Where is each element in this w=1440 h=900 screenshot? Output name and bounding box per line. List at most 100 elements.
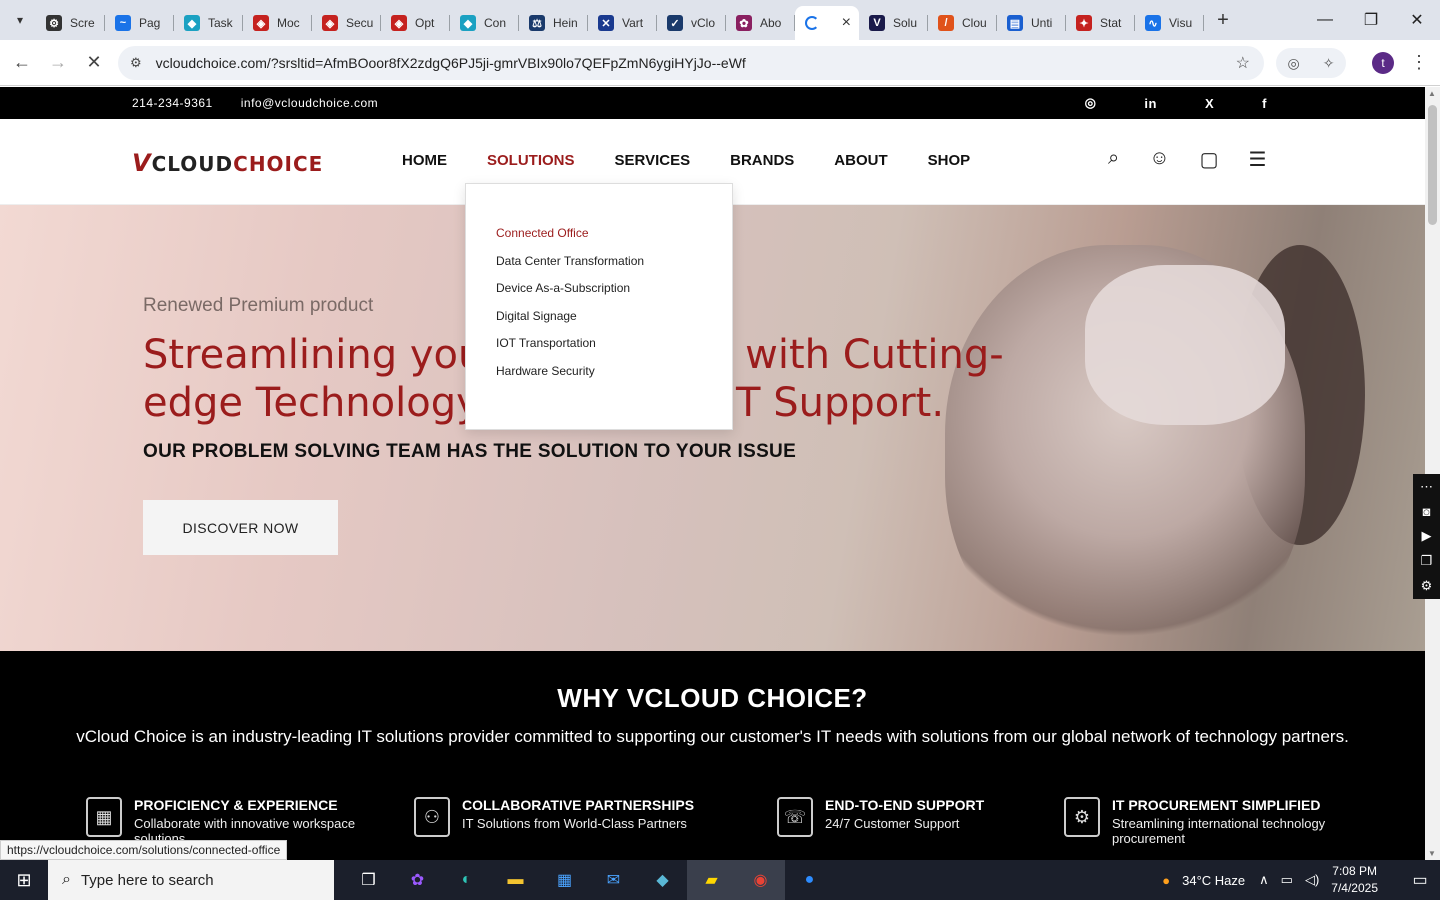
windows-start-icon[interactable]: ⊞ <box>0 860 48 900</box>
tab-a-3[interactable]: ◈ Moc <box>243 6 312 40</box>
tab-a-8[interactable]: ✕ Vart <box>588 6 657 40</box>
tab-a-1[interactable]: ~ Pag <box>105 6 174 40</box>
sticky-notes-icon[interactable]: ▰ <box>687 860 736 900</box>
status-url: https://vcloudchoice.com/solutions/conne… <box>0 840 288 860</box>
zoom-icon[interactable]: ● <box>785 860 834 900</box>
close-tab-icon[interactable]: × <box>842 14 851 32</box>
web-page: 214-234-9361 info@vcloudchoice.com ◎ in … <box>0 87 1425 860</box>
tab-a-7[interactable]: ⚖ Hein <box>519 6 588 40</box>
dropdown-item-iot[interactable]: IOT Transportation <box>496 336 732 364</box>
copy-icon[interactable]: ❐ <box>1421 553 1433 569</box>
nav-solutions[interactable]: SOLUTIONS <box>487 152 575 169</box>
network-icon[interactable]: ▭ <box>1281 872 1293 888</box>
tab-b-4[interactable]: ∿ Visu <box>1135 6 1204 40</box>
dropdown-item-connected-office[interactable]: Connected Office <box>496 226 732 254</box>
dropdown-item-digital-signage[interactable]: Digital Signage <box>496 309 732 337</box>
tab-a-5[interactable]: ◈ Opt <box>381 6 450 40</box>
nav-about[interactable]: ABOUT <box>834 152 887 169</box>
tab-favicon-icon: V <box>869 15 885 31</box>
contact-bar: 214-234-9361 info@vcloudchoice.com ◎ in … <box>0 87 1425 119</box>
nav-services[interactable]: SERVICES <box>615 152 691 169</box>
tab-search-icon[interactable]: ▾ <box>4 6 36 34</box>
minimize-icon[interactable]: — <box>1302 0 1348 40</box>
site-info-icon[interactable]: ⚙ <box>130 55 142 71</box>
tab-a-9[interactable]: ✓ vClo <box>657 6 726 40</box>
tab-a-10[interactable]: ✿ Abo <box>726 6 795 40</box>
app-diamond-icon[interactable]: ◆ <box>638 860 687 900</box>
facebook-icon[interactable]: f <box>1262 96 1267 111</box>
site-logo[interactable]: VCLOUDCHOICE <box>132 149 323 177</box>
search-icon: ⌕ <box>62 871 71 888</box>
why-description: vCloud Choice is an industry-leading IT … <box>76 727 1349 746</box>
forward-icon[interactable]: → <box>40 45 76 81</box>
scroll-down-icon[interactable]: ▼ <box>1428 849 1436 858</box>
tab-a-2[interactable]: ◆ Task <box>174 6 243 40</box>
social-links: ◎ in X f <box>1085 87 1295 119</box>
nav-brands[interactable]: BRANDS <box>730 152 794 169</box>
extensions-icon[interactable]: ✧ <box>1323 55 1335 72</box>
close-window-icon[interactable]: ✕ <box>1394 0 1440 40</box>
back-icon[interactable]: ← <box>4 45 40 81</box>
link-icon[interactable]: ⋯ <box>1420 479 1433 495</box>
video-icon[interactable]: ▶ <box>1422 528 1432 544</box>
store-icon[interactable]: ▦ <box>540 860 589 900</box>
hero-subtitle: Renewed Premium product <box>143 295 374 316</box>
linkedin-icon[interactable]: in <box>1144 96 1157 111</box>
restore-icon[interactable]: ❐ <box>1348 0 1394 40</box>
copilot-icon[interactable]: ✿ <box>393 860 442 900</box>
volume-icon[interactable]: ◁) <box>1305 872 1319 888</box>
cart-icon[interactable]: ▢ <box>1200 147 1219 172</box>
tab-a-4[interactable]: ◈ Secu <box>312 6 381 40</box>
taskbar-search[interactable]: ⌕ Type here to search <box>48 860 334 900</box>
tab-a-0[interactable]: ⚙ Scre <box>36 6 105 40</box>
settings-gear-icon[interactable]: ⚙ <box>1421 578 1433 594</box>
file-explorer-icon[interactable]: ▬ <box>491 860 540 900</box>
notifications-icon[interactable]: ▭ <box>1400 870 1440 890</box>
account-icon[interactable]: ☺ <box>1149 147 1169 172</box>
search-icon[interactable]: ⌕ <box>1108 147 1119 172</box>
weather-text[interactable]: 34°C Haze <box>1182 873 1245 888</box>
tab-favicon-icon: ◈ <box>391 15 407 31</box>
procurement-icon: ⚙ <box>1064 797 1100 837</box>
scroll-up-icon[interactable]: ▲ <box>1428 89 1436 98</box>
task-view-icon[interactable]: ❒ <box>344 860 393 900</box>
support-icon: ☏ <box>777 797 813 837</box>
clock[interactable]: 7:08 PM 7/4/2025 <box>1331 863 1378 897</box>
nav-home[interactable]: HOME <box>402 152 447 169</box>
menu-kebab-icon[interactable]: ⋮ <box>1410 52 1428 73</box>
address-bar[interactable]: ⚙ vcloudchoice.com/?srsltid=AfmBOoor8fX2… <box>118 46 1264 80</box>
tab-favicon-icon: / <box>938 15 954 31</box>
edge-icon[interactable]: ◐ <box>442 860 491 900</box>
new-tab-button[interactable]: + <box>1208 9 1238 32</box>
main-nav: HOME SOLUTIONS SERVICES BRANDS ABOUT SHO… <box>402 152 970 169</box>
tab-b-3[interactable]: ✦ Stat <box>1066 6 1135 40</box>
discover-now-button[interactable]: DISCOVER NOW <box>143 500 338 555</box>
bookmark-star-icon[interactable]: ☆ <box>1236 53 1250 73</box>
tab-active[interactable]: × <box>795 6 859 40</box>
phone-link[interactable]: 214-234-9361 <box>132 96 213 110</box>
tab-favicon-icon: ✓ <box>667 15 683 31</box>
instagram-icon[interactable]: ◎ <box>1085 95 1097 111</box>
hamburger-menu-icon[interactable]: ☰ <box>1249 147 1267 172</box>
chrome-icon[interactable]: ◉ <box>736 860 785 900</box>
stop-icon[interactable]: ✕ <box>76 45 112 81</box>
feature-procurement: ⚙ IT PROCUREMENT SIMPLIFIED Streamlining … <box>1064 797 1342 846</box>
why-title: WHY VCLOUD CHOICE? <box>557 683 868 713</box>
dropdown-item-hardware-security[interactable]: Hardware Security <box>496 364 732 392</box>
profile-avatar[interactable]: t <box>1372 52 1394 74</box>
x-icon[interactable]: X <box>1205 96 1214 111</box>
camera-icon[interactable]: ◙ <box>1423 504 1431 519</box>
tray-chevron-icon[interactable]: ∧ <box>1259 872 1269 888</box>
tab-a-6[interactable]: ◆ Con <box>450 6 519 40</box>
dropdown-item-daas[interactable]: Device As-a-Subscription <box>496 281 732 309</box>
tab-b-1[interactable]: / Clou <box>928 6 997 40</box>
translate-icon[interactable]: ◎ <box>1288 55 1300 72</box>
tab-b-0[interactable]: V Solu <box>859 6 928 40</box>
tab-b-2[interactable]: ▤ Unti <box>997 6 1066 40</box>
scroll-thumb[interactable] <box>1428 105 1437 225</box>
nav-shop[interactable]: SHOP <box>928 152 971 169</box>
tab-strip: ▾ ⚙ Scre ~ Pag ◆ Task ◈ Moc ◈ Secu ◈ Opt ◆ Con ⚖ Hein ✕ V… <box>0 0 1440 40</box>
mail-icon[interactable]: ✉ <box>589 860 638 900</box>
dropdown-item-data-center[interactable]: Data Center Transformation <box>496 254 732 282</box>
email-link[interactable]: info@vcloudchoice.com <box>241 96 378 110</box>
